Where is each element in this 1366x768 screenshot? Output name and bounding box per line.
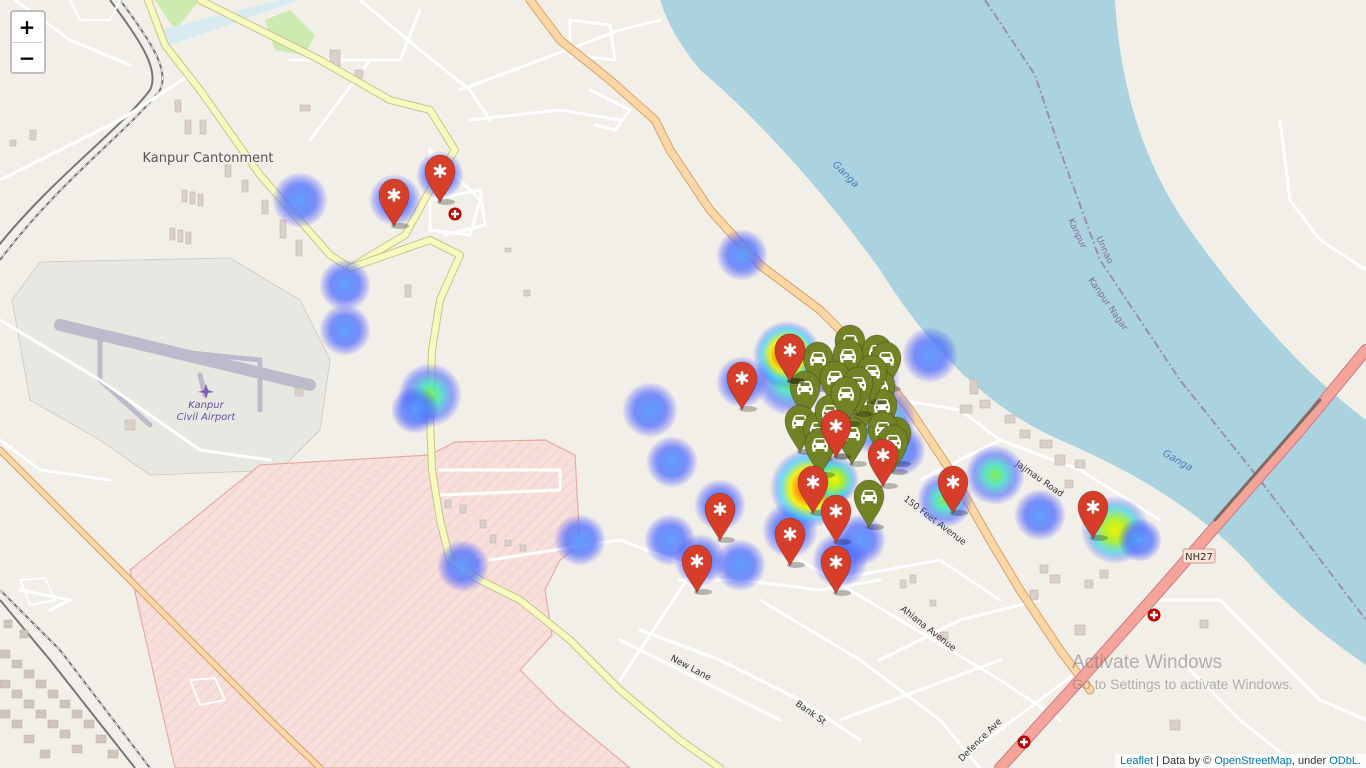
zoom-out-button[interactable]: − bbox=[12, 42, 42, 72]
attribution: Leaflet | Data by © OpenStreetMap, under… bbox=[1115, 754, 1366, 768]
hospital-marker[interactable] bbox=[1077, 490, 1109, 541]
car-marker[interactable] bbox=[853, 479, 885, 530]
hospital-marker[interactable] bbox=[820, 545, 852, 596]
watermark-line1: Activate Windows bbox=[1072, 652, 1222, 673]
hospital-marker[interactable] bbox=[704, 492, 736, 543]
zoom-in-button[interactable]: + bbox=[12, 12, 42, 42]
hospital-marker[interactable] bbox=[378, 178, 410, 229]
leaflet-link[interactable]: Leaflet bbox=[1120, 755, 1153, 767]
hospital-marker[interactable] bbox=[424, 154, 456, 205]
hospital-marker[interactable] bbox=[726, 361, 758, 412]
activate-windows-watermark: Activate Windows Go to Settings to activ… bbox=[1072, 652, 1293, 692]
attribution-under: , under bbox=[1291, 755, 1330, 767]
hospital-marker[interactable] bbox=[681, 544, 713, 595]
odbl-link[interactable]: ODbL. bbox=[1329, 755, 1361, 767]
zoom-control: + − bbox=[10, 10, 46, 74]
attribution-data-by: | Data by © bbox=[1153, 755, 1215, 767]
map-container[interactable]: NH27 150 Feet Avenue Jajmau Road Ahiana … bbox=[0, 0, 1366, 768]
hospital-marker[interactable] bbox=[774, 517, 806, 568]
hospital-marker[interactable] bbox=[820, 494, 852, 545]
osm-link[interactable]: OpenStreetMap bbox=[1214, 755, 1292, 767]
hospital-marker[interactable] bbox=[937, 465, 969, 516]
watermark-line2: Go to Settings to activate Windows. bbox=[1072, 676, 1293, 692]
